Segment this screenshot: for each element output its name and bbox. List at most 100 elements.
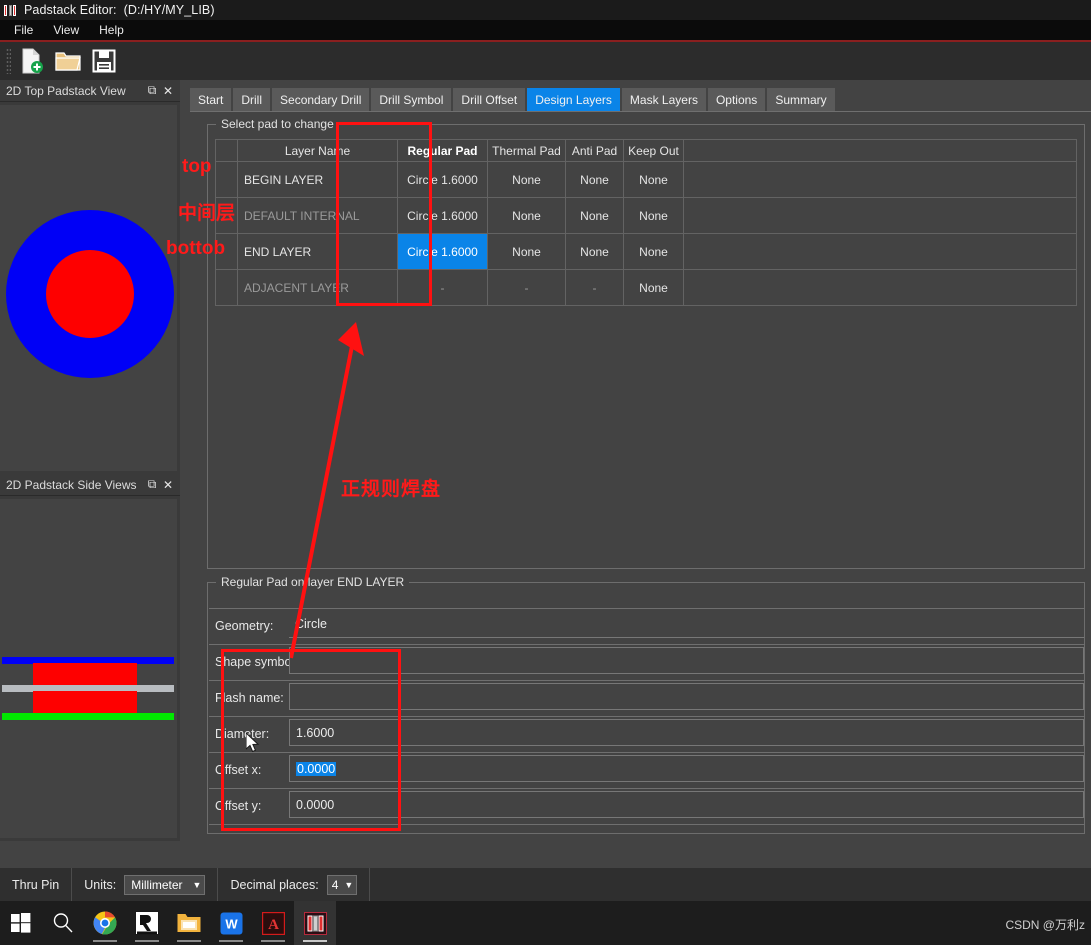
row-thermal-2[interactable]: None [487, 233, 566, 270]
field-row-geometry: Geometry: Circle [209, 610, 1085, 646]
row-anti-3[interactable]: - [565, 269, 624, 306]
row-index-0 [215, 161, 238, 198]
row-filler-3 [683, 269, 1077, 306]
decimal-label: Decimal places: [230, 877, 319, 892]
save-icon[interactable] [89, 46, 119, 76]
row-regular-2[interactable]: Circle 1.6000 [397, 233, 488, 270]
row-keepout-0[interactable]: None [623, 161, 684, 198]
row-anti-1[interactable]: None [565, 197, 624, 234]
units-dropdown[interactable]: Millimeter ▼ [124, 874, 206, 895]
menu-item-view[interactable]: View [45, 21, 87, 39]
row-anti-2[interactable]: None [565, 233, 624, 270]
col-thermal-pad[interactable]: Thermal Pad [487, 139, 566, 162]
row-keepout-2[interactable]: None [623, 233, 684, 270]
row-filler-0 [683, 161, 1077, 198]
toolbar-grip[interactable] [6, 48, 11, 74]
input-diameter[interactable]: 1.6000 [289, 719, 1084, 746]
row-thermal-1[interactable]: None [487, 197, 566, 234]
tab-design-layers[interactable]: Design Layers [527, 88, 620, 111]
row-thermal-0[interactable]: None [487, 161, 566, 198]
row-filler-2 [683, 233, 1077, 270]
row-regular-3[interactable]: - [397, 269, 488, 306]
col-layer-name[interactable]: Layer Name [237, 139, 398, 162]
input-shape-symbol[interactable] [289, 647, 1084, 674]
padstack-editor-icon[interactable] [294, 901, 336, 945]
field-row-diameter: Diameter: 1.6000 [209, 718, 1085, 754]
status-pin-type: Thru Pin [0, 868, 73, 901]
row-regular-0[interactable]: Circle 1.6000 [397, 161, 488, 198]
row-keepout-1[interactable]: None [623, 197, 684, 234]
tab-summary[interactable]: Summary [767, 88, 835, 111]
tab-secondary-drill[interactable]: Secondary Drill [272, 88, 370, 111]
col-regular-pad[interactable]: Regular Pad [397, 139, 488, 162]
regular-pad-legend: Regular Pad on layer END LAYER [216, 575, 410, 589]
row-layer-1[interactable]: DEFAULT INTERNAL [237, 197, 398, 234]
tab-mask-layers[interactable]: Mask Layers [621, 88, 706, 111]
row-filler-1 [683, 197, 1077, 234]
close-icon-top-view[interactable]: ✕ [160, 83, 176, 99]
regular-pad-circle [46, 250, 134, 338]
wps-icon[interactable]: W [210, 901, 252, 945]
end-layer-bar [2, 713, 174, 720]
windows-taskbar: W A [0, 901, 1091, 945]
cad-app-icon[interactable] [126, 901, 168, 945]
window-title: Padstack Editor: [24, 3, 117, 17]
left-dock: 2D Top Padstack View ⧉ ✕ 2D Padstack Sid… [0, 80, 180, 943]
chrome-icon[interactable] [84, 901, 126, 945]
tab-drill[interactable]: Drill [233, 88, 271, 111]
menu-item-file[interactable]: File [6, 21, 41, 39]
row-layer-0[interactable]: BEGIN LAYER [237, 161, 398, 198]
field-row-flash-name: Flash name: [209, 682, 1085, 718]
pad-table[interactable]: Layer Name Regular Pad Thermal Pad Anti … [215, 139, 1077, 306]
regular-pad-group: Regular Pad on layer END LAYER Geometry:… [207, 575, 1085, 834]
menu-bar: File View Help [0, 20, 1091, 40]
tab-drill-offset[interactable]: Drill Offset [453, 88, 526, 111]
open-folder-icon[interactable] [53, 46, 83, 76]
tab-drill-symbol[interactable]: Drill Symbol [371, 88, 452, 111]
input-flash-name[interactable] [289, 683, 1084, 710]
table-row[interactable]: ADJACENT LAYER - - - None [215, 269, 1077, 306]
row-thermal-3[interactable]: - [487, 269, 566, 306]
table-row[interactable]: END LAYER Circle 1.6000 None None None [215, 233, 1077, 270]
row-keepout-3[interactable]: None [623, 269, 684, 306]
search-icon[interactable] [42, 901, 84, 945]
side-padstack-view[interactable] [0, 496, 180, 841]
dock-gap [180, 841, 190, 868]
input-geometry[interactable]: Circle [289, 611, 1084, 638]
row-anti-0[interactable]: None [565, 161, 624, 198]
start-button-icon[interactable] [0, 901, 42, 945]
label-flash-name: Flash name: [215, 691, 284, 705]
menu-item-help[interactable]: Help [91, 21, 132, 39]
input-offset-y[interactable]: 0.0000 [289, 791, 1084, 818]
col-keep-out[interactable]: Keep Out [623, 139, 684, 162]
row-regular-1[interactable]: Circle 1.6000 [397, 197, 488, 234]
input-offset-x[interactable]: 0.0000 [289, 755, 1084, 782]
file-explorer-icon[interactable] [168, 901, 210, 945]
window-path: (D:/HY/MY_LIB) [123, 3, 215, 17]
label-offset-x: Offset x: [215, 763, 262, 777]
field-row-offset-x: Offset x: 0.0000 [209, 754, 1085, 790]
table-row[interactable]: BEGIN LAYER Circle 1.6000 None None None [215, 161, 1077, 198]
top-padstack-canvas[interactable] [0, 105, 177, 471]
row-layer-3[interactable]: ADJACENT LAYER [237, 269, 398, 306]
tab-options[interactable]: Options [707, 88, 766, 111]
new-file-icon[interactable] [17, 46, 47, 76]
tab-start[interactable]: Start [190, 88, 232, 111]
panel-title-side-views: 2D Padstack Side Views [6, 477, 137, 492]
panel-header-side-views: 2D Padstack Side Views ⧉ ✕ [0, 474, 180, 496]
side-padstack-canvas[interactable] [0, 499, 177, 838]
float-icon-side-views[interactable]: ⧉ [144, 477, 160, 493]
label-diameter: Diameter: [215, 727, 270, 741]
col-anti-pad[interactable]: Anti Pad [565, 139, 624, 162]
top-padstack-view[interactable] [0, 102, 180, 474]
status-units: Units: Millimeter ▼ [72, 868, 219, 901]
row-layer-2[interactable]: END LAYER [237, 233, 398, 270]
decimal-dropdown[interactable]: 4 ▼ [326, 874, 358, 895]
float-icon-top-view[interactable]: ⧉ [144, 83, 160, 99]
chevron-down-icon: ▼ [192, 879, 202, 890]
status-pin-type-label: Thru Pin [12, 877, 60, 892]
table-row[interactable]: DEFAULT INTERNAL Circle 1.6000 None None… [215, 197, 1077, 234]
close-icon-side-views[interactable]: ✕ [160, 477, 176, 493]
field-row-shape-symbol: Shape symbol: [209, 646, 1085, 682]
acrobat-icon[interactable]: A [252, 901, 294, 945]
